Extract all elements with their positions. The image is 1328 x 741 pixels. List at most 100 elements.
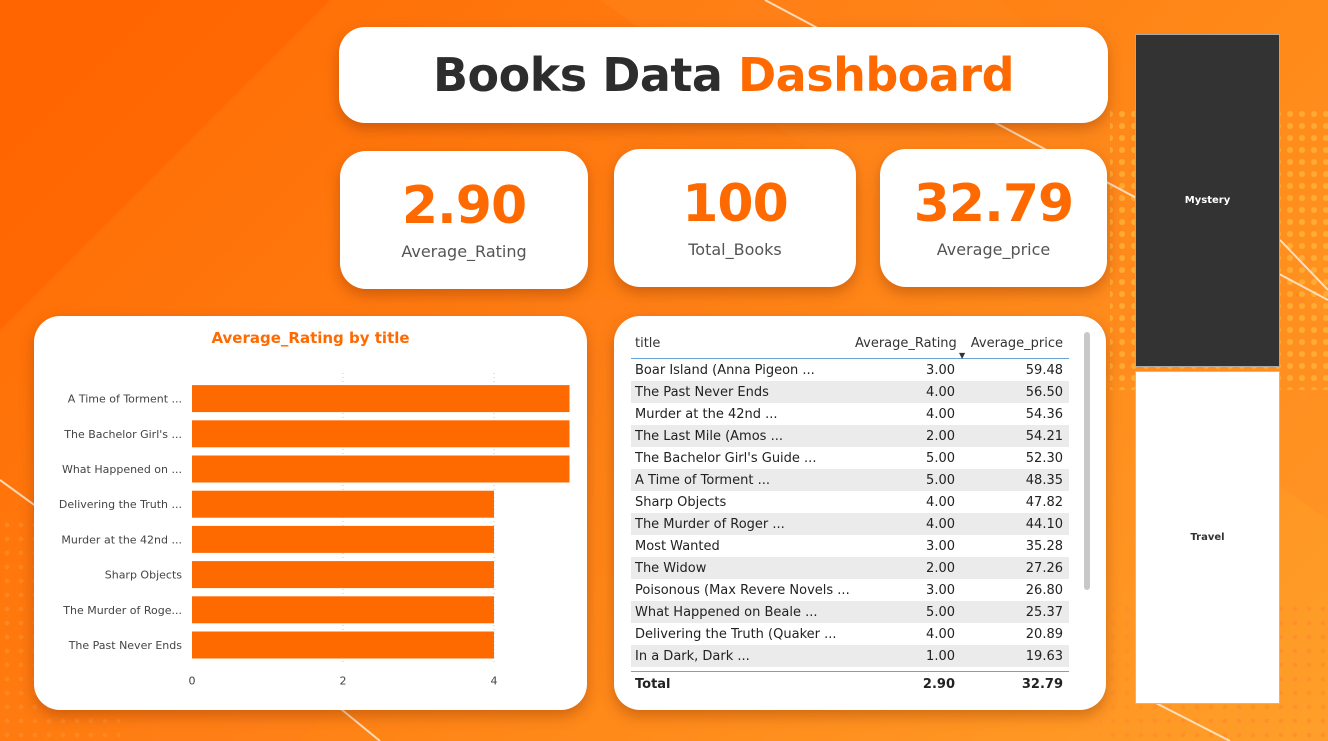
bar[interactable] [192, 596, 494, 624]
table-row[interactable]: Boar Island (Anna Pigeon ... 3.00 59.48 [631, 359, 1069, 381]
table-cell: 4.00 [926, 516, 955, 532]
total-label: Total [635, 676, 671, 692]
table-total-row: Total 2.90 32.79 [631, 672, 1069, 696]
table-cell: A Time of Torment ... [635, 472, 770, 488]
slicer-item-travel[interactable]: Travel [1135, 371, 1280, 704]
table-cell: 5.00 [926, 604, 955, 620]
table-cell: What Happened on Beale ... [635, 604, 818, 620]
total-price: 32.79 [1021, 676, 1063, 692]
table-cell: Boar Island (Anna Pigeon ... [635, 362, 815, 378]
table-cell: 26.80 [1025, 582, 1063, 598]
table-row[interactable]: Murder at the 42nd ... 4.00 54.36 [631, 403, 1069, 425]
header-average-price[interactable]: Average_price [959, 336, 1067, 351]
category-label: Sharp Objects [105, 569, 183, 582]
table-cell: 52.30 [1025, 450, 1063, 466]
table-row[interactable]: The Bachelor Girl's Guide ... 5.00 52.30 [631, 447, 1069, 469]
table-cell: 44.10 [1025, 516, 1063, 532]
table-cell: 25.37 [1025, 604, 1063, 620]
kpi-card-total-books: 100 Total_Books [614, 149, 856, 287]
table-cell: 54.36 [1025, 406, 1063, 422]
kpi-value: 100 [682, 173, 789, 234]
table-cell: 59.48 [1025, 362, 1063, 378]
table-cell: Most Wanted [635, 538, 720, 554]
table-body[interactable]: Boar Island (Anna Pigeon ... 3.00 59.48 The… [631, 359, 1069, 672]
x-tick-label: 2 [340, 675, 347, 688]
table-cell: The Murder of Roger ... [635, 516, 785, 532]
table-cell: Sharp Objects [635, 494, 727, 510]
title-card: Books Data Dashboard [339, 27, 1108, 123]
kpi-label: Total_Books [688, 239, 782, 259]
bar[interactable] [192, 420, 570, 448]
table-row[interactable]: The Last Mile (Amos ... 2.00 54.21 [631, 425, 1069, 447]
title-text-accent: Dashboard [737, 48, 1015, 102]
kpi-label: Average_Rating [401, 241, 527, 261]
table-cell: The Widow [635, 560, 707, 576]
bar-chart: 0 2 4 A Time of Torment ... The Bachelor Gir… [59, 373, 570, 688]
table-cell: 48.35 [1025, 472, 1063, 488]
table-cell: 5.00 [926, 450, 955, 466]
category-label: What Happened on ... [62, 463, 182, 476]
table-cell: 35.28 [1025, 538, 1063, 554]
table-cell: 4.00 [926, 384, 955, 400]
category-label: The Bachelor Girl's ... [63, 428, 182, 441]
bar[interactable] [192, 631, 494, 659]
slicer-label: Travel [1190, 532, 1225, 543]
table-row[interactable]: Delivering the Truth (Quaker ... 4.00 20.8… [631, 623, 1069, 645]
category-label: Delivering the Truth ... [59, 498, 182, 511]
table-row[interactable]: Sharp Objects 4.00 47.82 [631, 491, 1069, 513]
header-average-rating[interactable]: Average_Rating [855, 336, 959, 351]
page-title: Books Data Dashboard [433, 48, 1015, 102]
x-tick-label: 0 [189, 675, 196, 688]
table-row[interactable]: In a Dark, Dark ... 1.00 19.63 [631, 645, 1069, 667]
total-rating: 2.90 [922, 676, 955, 692]
header-title[interactable]: title [631, 336, 855, 351]
table-cell: 1.00 [926, 648, 955, 664]
kpi-value: 32.79 [913, 173, 1074, 234]
table-cell: 4.00 [926, 494, 955, 510]
kpi-card-average-rating: 2.90 Average_Rating [340, 151, 588, 289]
table-cell: 3.00 [926, 582, 955, 598]
table-cell: The Bachelor Girl's Guide ... [635, 450, 817, 466]
table-cell: 3.00 [926, 362, 955, 378]
table-row[interactable]: The Widow 2.00 27.26 [631, 557, 1069, 579]
table-row[interactable]: Most Wanted 3.00 35.28 [631, 535, 1069, 557]
bar[interactable] [192, 385, 570, 413]
slicer-item-mystery[interactable]: Mystery [1135, 34, 1280, 367]
category-label: The Murder of Roge... [62, 604, 182, 617]
table-row[interactable]: Poisonous (Max Revere Novels ... 3.00 26.8… [631, 579, 1069, 601]
category-label: Murder at the 42nd ... [61, 533, 182, 546]
table-cell: 27.26 [1025, 560, 1063, 576]
table-cell: 4.00 [926, 626, 955, 642]
table-cell: 54.21 [1025, 428, 1063, 444]
table-cell: 20.89 [1025, 626, 1063, 642]
table-cell: 47.82 [1025, 494, 1063, 510]
bar[interactable] [192, 490, 494, 518]
table-cell: 4.00 [926, 406, 955, 422]
table-row[interactable]: The Past Never Ends 4.00 56.50 [631, 381, 1069, 403]
kpi-value: 2.90 [401, 175, 527, 236]
table-cell: 2.00 [926, 428, 955, 444]
slicer-label: Mystery [1184, 195, 1231, 206]
table-row[interactable]: The Murder of Roger ... 4.00 44.10 [631, 513, 1069, 535]
table-cell: 5.00 [926, 472, 955, 488]
table-card: title Average_Rating Average_price Boar … [614, 316, 1106, 710]
bar-chart-card: Average_Rating by title 024A Time of Tor… [34, 316, 587, 710]
table-row[interactable]: A Time of Torment ... 5.00 48.35 [631, 469, 1069, 491]
kpi-label: Average_price [936, 239, 1051, 259]
table-cell: 19.63 [1025, 648, 1063, 664]
table-scrollbar[interactable] [1084, 332, 1090, 590]
data-table: title Average_Rating Average_price Boar … [631, 328, 1069, 696]
table-cell: In a Dark, Dark ... [635, 648, 750, 664]
category-label: A Time of Torment ... [68, 393, 182, 406]
table-cell: Murder at the 42nd ... [635, 406, 778, 422]
bar[interactable] [192, 561, 494, 589]
table-cell: 56.50 [1025, 384, 1063, 400]
bar[interactable] [192, 525, 494, 553]
kpi-card-average-price: 32.79 Average_price [880, 149, 1107, 287]
table-cell: The Last Mile (Amos ... [635, 428, 783, 444]
sort-descending-icon: ▼ [959, 351, 966, 360]
table-header: title Average_Rating Average_price [631, 328, 1069, 359]
category-label: The Past Never Ends [68, 639, 183, 652]
table-row[interactable]: What Happened on Beale ... 5.00 25.37 [631, 601, 1069, 623]
bar[interactable] [192, 455, 570, 483]
